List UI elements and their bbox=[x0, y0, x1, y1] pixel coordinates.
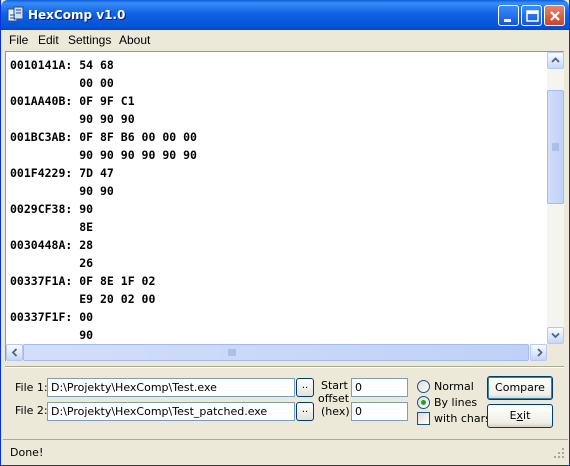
minimize-button[interactable] bbox=[498, 5, 519, 26]
grip-lines-icon bbox=[552, 143, 559, 151]
hex-line: 001AA40B: 0F 9F C1 bbox=[10, 94, 135, 108]
menu-file[interactable]: File bbox=[9, 33, 28, 47]
hex-line: 0010141A: 54 68 bbox=[10, 58, 114, 72]
start-offset-input[interactable]: 0 bbox=[351, 378, 408, 397]
scroll-up-button[interactable] bbox=[547, 52, 564, 69]
with-chars-label: with chars bbox=[434, 412, 491, 425]
scrollbar-corner bbox=[547, 344, 564, 361]
menu-edit[interactable]: Edit bbox=[38, 33, 59, 47]
with-chars-checkbox[interactable] bbox=[417, 412, 430, 425]
hex-output-view[interactable]: 0010141A: 54 68 00 00 001AA40B: 0F 9F C1 … bbox=[5, 51, 564, 361]
file1-label: File 1: bbox=[15, 381, 48, 394]
hex-line: 90 90 bbox=[10, 184, 114, 198]
file1-path-field[interactable]: D:\Projekty\HexComp\Test.exe bbox=[47, 378, 295, 397]
menu-about[interactable]: About bbox=[119, 33, 150, 47]
hex-line: 00337F1A: 0F 8E 1F 02 bbox=[10, 274, 156, 288]
status-bar: Done! bbox=[1, 436, 569, 465]
minimize-icon bbox=[504, 19, 511, 22]
file2-path-field[interactable]: D:\Projekty\HexComp\Test_patched.exe bbox=[47, 402, 295, 421]
app-icon bbox=[7, 6, 25, 24]
app-window: HexComp v1.0 File Edit Settings About 00… bbox=[0, 0, 570, 466]
status-text: Done! bbox=[10, 446, 44, 459]
chevron-up-icon bbox=[551, 57, 560, 63]
horizontal-scroll-thumb[interactable] bbox=[23, 344, 529, 361]
scroll-down-button[interactable] bbox=[547, 327, 564, 344]
scroll-left-button[interactable] bbox=[6, 344, 23, 361]
hex-line: 90 bbox=[10, 328, 94, 340]
hex-line: 001BC3AB: 0F 8F B6 00 00 00 bbox=[10, 130, 197, 144]
start-offset-label-line3: (hex) bbox=[321, 405, 350, 418]
chevron-right-icon bbox=[537, 348, 543, 357]
chevron-down-icon bbox=[551, 332, 560, 339]
chevron-left-icon bbox=[11, 348, 18, 357]
window-title: HexComp v1.0 bbox=[28, 8, 126, 22]
close-icon bbox=[550, 11, 560, 21]
radio-selected-dot bbox=[421, 400, 426, 405]
normal-radio-label: Normal bbox=[434, 380, 474, 393]
hex-line: 00 00 bbox=[10, 76, 114, 90]
hex-lines: 0010141A: 54 68 00 00 001AA40B: 0F 9F C1 … bbox=[10, 56, 545, 340]
vertical-scrollbar[interactable] bbox=[547, 52, 564, 344]
resize-grip-icon[interactable] bbox=[553, 447, 565, 459]
panel-divider bbox=[5, 366, 564, 368]
hex-line: 90 90 90 bbox=[10, 112, 135, 126]
menu-settings[interactable]: Settings bbox=[68, 33, 111, 47]
file2-label: File 2: bbox=[15, 404, 48, 417]
maximize-icon bbox=[526, 10, 539, 22]
hex-line: 8E bbox=[10, 220, 94, 234]
hex-line: E9 20 02 00 bbox=[10, 292, 156, 306]
hex-line: 90 90 90 90 90 90 bbox=[10, 148, 197, 162]
scroll-right-button[interactable] bbox=[530, 344, 547, 361]
normal-radio[interactable] bbox=[417, 380, 430, 393]
by-lines-radio[interactable] bbox=[417, 396, 430, 409]
vertical-scroll-thumb[interactable] bbox=[547, 90, 564, 204]
hex-line: 26 bbox=[10, 256, 94, 270]
grip-lines-icon bbox=[228, 349, 236, 356]
by-lines-radio-label: By lines bbox=[434, 396, 478, 409]
file2-browse-button[interactable]: .. bbox=[296, 402, 314, 421]
hex-line: 001F4229: 7D 47 bbox=[10, 166, 114, 180]
hex-line: 00337F1F: 00 bbox=[10, 310, 94, 324]
close-button[interactable] bbox=[544, 5, 565, 26]
horizontal-scrollbar[interactable] bbox=[6, 344, 547, 361]
start-offset-label-line2: offset bbox=[318, 392, 350, 405]
second-offset-input[interactable]: 0 bbox=[351, 402, 408, 421]
menu-bar: File Edit Settings About bbox=[1, 30, 569, 49]
exit-button[interactable]: Exit bbox=[487, 404, 553, 428]
title-bar[interactable]: HexComp v1.0 bbox=[1, 0, 569, 30]
compare-button-label: Compare bbox=[495, 381, 545, 394]
start-offset-label-line1: Start bbox=[321, 379, 348, 392]
status-panel: Done! bbox=[3, 439, 568, 462]
file1-browse-button[interactable]: .. bbox=[296, 378, 314, 397]
exit-button-label: Exit bbox=[509, 409, 531, 422]
hex-line: 0029CF38: 90 bbox=[10, 202, 94, 216]
hex-line: 0030448A: 28 bbox=[10, 238, 94, 252]
compare-button[interactable]: Compare bbox=[487, 376, 553, 400]
maximize-button[interactable] bbox=[521, 5, 542, 26]
